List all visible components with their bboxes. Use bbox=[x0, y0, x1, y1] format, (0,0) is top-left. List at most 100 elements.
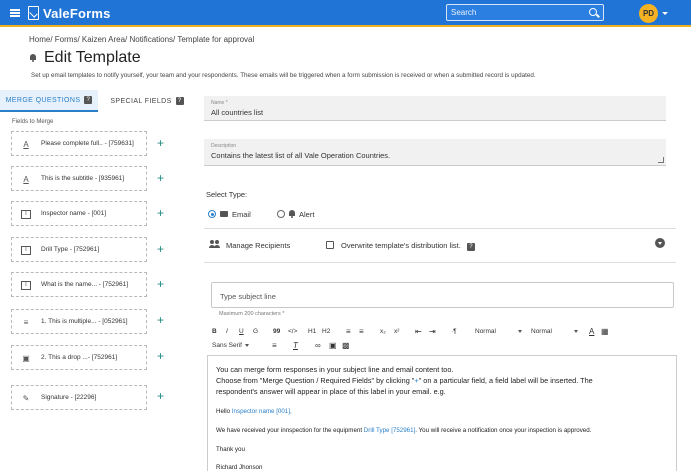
heading1-button[interactable]: H1 bbox=[308, 328, 316, 335]
editor-line: Hello Inspector name [001], bbox=[216, 408, 292, 415]
clear-format-icon[interactable]: T bbox=[293, 341, 298, 350]
bullet-list-icon[interactable]: ≡ bbox=[359, 327, 364, 336]
editor-line: Richard Jhonson bbox=[216, 464, 263, 471]
help-icon[interactable]: ? bbox=[175, 97, 184, 105]
indent-icon[interactable]: ⇥ bbox=[429, 327, 436, 336]
overwrite-checkbox[interactable] bbox=[326, 241, 334, 249]
alert-radio-label[interactable]: Alert bbox=[299, 210, 314, 219]
size-select-1[interactable]: Normal bbox=[475, 328, 522, 335]
merge-field-item[interactable]: ✎ Signature - [22296] bbox=[11, 385, 147, 410]
breadcrumb[interactable]: Home/ Forms/ Kaizen Area/ Notifications/… bbox=[29, 35, 254, 44]
highlight-icon[interactable]: ▦ bbox=[601, 327, 609, 336]
size-select-value: Normal bbox=[475, 328, 496, 335]
text-field-icon: T bbox=[21, 281, 31, 290]
alert-radio[interactable] bbox=[277, 210, 285, 218]
font-select[interactable]: Sans Serif bbox=[212, 342, 249, 349]
bell-icon bbox=[288, 210, 295, 218]
name-field-label: Name * bbox=[211, 100, 228, 106]
collapse-icon[interactable] bbox=[655, 238, 665, 248]
link-icon[interactable]: ∞ bbox=[315, 341, 321, 350]
merge-field-item[interactable]: ≡ 1. This is multiple... - [052961] bbox=[11, 309, 147, 334]
bold-button[interactable]: B bbox=[212, 328, 217, 335]
merge-field-label: Drill Type - [752961] bbox=[41, 246, 100, 253]
paragraph-icon: ¶ bbox=[453, 328, 457, 335]
align-icon[interactable]: ≡ bbox=[272, 341, 277, 350]
group-icon bbox=[209, 240, 221, 248]
heading2-button[interactable]: H2 bbox=[322, 328, 330, 335]
merge-field-label: 2. This a drop ...- [752961] bbox=[41, 354, 118, 361]
text-color-icon[interactable]: A bbox=[589, 327, 594, 336]
underline-button[interactable]: U bbox=[239, 328, 244, 335]
text-field-icon: T bbox=[21, 246, 31, 255]
add-field-button[interactable]: + bbox=[157, 243, 164, 255]
ordered-list-icon[interactable]: ≡ bbox=[346, 327, 351, 336]
outdent-icon[interactable]: ⇤ bbox=[415, 327, 422, 336]
editor-line: Choose from "Merge Question / Required F… bbox=[216, 376, 593, 385]
resize-handle-icon[interactable] bbox=[658, 157, 664, 163]
fields-to-merge-label: Fields to Merge bbox=[12, 119, 54, 125]
subject-field[interactable] bbox=[211, 282, 674, 308]
merge-field-label: Inspector name - [001] bbox=[41, 210, 107, 217]
user-avatar[interactable]: PD bbox=[639, 4, 658, 23]
description-field-label: Description bbox=[211, 143, 237, 149]
subscript-button[interactable]: x₂ bbox=[380, 328, 386, 335]
tab-special-fields[interactable]: SPECIAL FIELDS ? bbox=[98, 90, 196, 112]
add-field-button[interactable]: + bbox=[157, 314, 164, 326]
add-field-button[interactable]: + bbox=[157, 390, 164, 402]
merge-field-label: 1. This is multiple... - [052961] bbox=[41, 318, 128, 325]
page-title: Edit Template bbox=[44, 49, 141, 66]
size-select-2[interactable]: Normal bbox=[531, 328, 578, 335]
manage-recipients-label[interactable]: Manage Recipients bbox=[226, 241, 290, 250]
search-icon[interactable] bbox=[589, 8, 597, 16]
menu-icon[interactable] bbox=[10, 9, 20, 17]
name-field-value[interactable]: All countries list bbox=[211, 108, 263, 117]
tab-merge-questions[interactable]: MERGE QUESTIONS ? bbox=[0, 90, 98, 112]
merge-field-item[interactable]: A This is the subtitle - [935961] bbox=[11, 166, 147, 191]
editor-line: You can merge form responses in your sub… bbox=[216, 365, 454, 374]
merge-field-item[interactable]: T Inspector name - [001] bbox=[11, 201, 147, 226]
merge-field-item[interactable]: T What is the name... - [752961] bbox=[11, 272, 147, 297]
merge-field-label: What is the name... - [752961] bbox=[41, 281, 129, 288]
merge-field-item[interactable]: T Drill Type - [752961] bbox=[11, 237, 147, 262]
merge-field-item[interactable]: A Please complete full.. - [759631] bbox=[11, 131, 147, 156]
add-field-button[interactable]: + bbox=[157, 207, 164, 219]
help-icon[interactable]: ? bbox=[466, 243, 475, 251]
top-bar: ValeForms PD bbox=[0, 0, 691, 27]
tab-label: MERGE QUESTIONS bbox=[5, 96, 81, 104]
add-field-button[interactable]: + bbox=[157, 278, 164, 290]
strike-button[interactable]: G bbox=[253, 328, 258, 335]
code-button[interactable]: </> bbox=[288, 328, 297, 335]
chevron-down-icon[interactable] bbox=[662, 12, 668, 15]
add-field-button[interactable]: + bbox=[157, 137, 164, 149]
editor-line: Thank you bbox=[216, 446, 245, 453]
email-radio-label[interactable]: Email bbox=[232, 210, 251, 219]
paragraph-direction-button[interactable]: ·¶ bbox=[451, 328, 457, 335]
divider bbox=[204, 228, 676, 229]
description-field-value[interactable]: Contains the latest list of all Vale Ope… bbox=[211, 151, 390, 160]
italic-button[interactable]: I bbox=[226, 328, 228, 335]
video-icon[interactable]: ▩ bbox=[342, 341, 350, 350]
merge-field-item[interactable]: ▣ 2. This a drop ...- [752961] bbox=[11, 345, 147, 370]
tab-label: SPECIAL FIELDS bbox=[110, 97, 172, 105]
help-icon[interactable]: ? bbox=[84, 96, 93, 104]
add-field-button[interactable]: + bbox=[157, 350, 164, 362]
merge-field-label: Signature - [22296] bbox=[41, 394, 97, 401]
quote-button[interactable]: 99 bbox=[273, 328, 280, 335]
select-type-label: Select Type: bbox=[206, 190, 248, 199]
app-logo-icon bbox=[28, 6, 39, 20]
email-body-editor[interactable]: You can merge form responses in your sub… bbox=[207, 355, 677, 471]
image-icon[interactable]: ▣ bbox=[329, 341, 337, 350]
overwrite-label: Overwrite template's distribution list. … bbox=[341, 241, 475, 251]
checklist-icon: ≡ bbox=[23, 318, 29, 327]
subject-input[interactable] bbox=[220, 290, 660, 302]
superscript-button[interactable]: x² bbox=[394, 328, 399, 335]
name-field[interactable]: Name * All countries list bbox=[204, 96, 666, 121]
add-field-button[interactable]: + bbox=[157, 172, 164, 184]
search-input[interactable] bbox=[451, 6, 581, 19]
signature-icon: ✎ bbox=[22, 394, 30, 403]
merge-field-label: Please complete full.. - [759631] bbox=[41, 140, 134, 147]
description-field[interactable]: Description Contains the latest list of … bbox=[204, 139, 666, 166]
search-box[interactable] bbox=[446, 4, 604, 21]
email-radio[interactable] bbox=[208, 210, 216, 218]
bell-icon bbox=[29, 54, 37, 62]
